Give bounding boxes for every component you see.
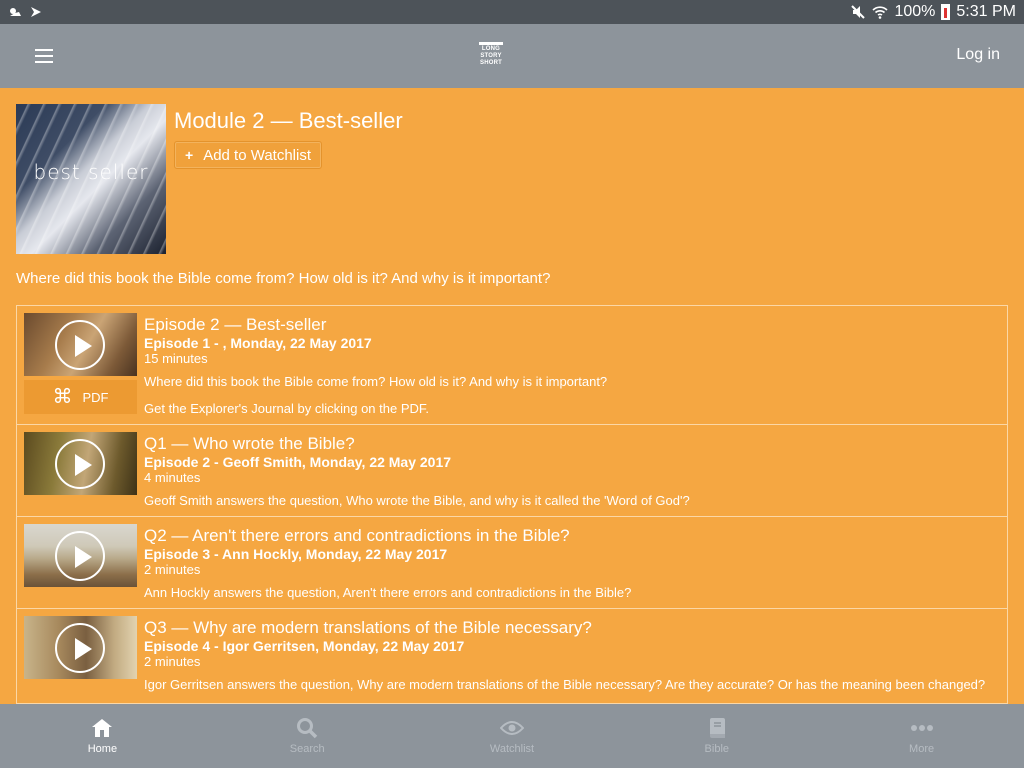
episode-description: Ann Hockly answers the question, Aren't … xyxy=(144,585,632,600)
episode-thumbnail[interactable] xyxy=(24,313,137,376)
book-icon xyxy=(707,717,727,739)
notification-icon xyxy=(31,7,41,17)
add-to-watchlist-button[interactable]: + Add to Watchlist xyxy=(174,141,323,169)
status-bar: 100% 5:31 PM xyxy=(0,0,1024,24)
episode-duration: 15 minutes xyxy=(144,351,208,366)
episode-meta: Episode 4 - Igor Gerritsen, Monday, 22 M… xyxy=(144,638,465,654)
episode-item[interactable]: ⌘ PDF Episode 2 — Best-seller Episode 1 … xyxy=(17,306,1007,425)
module-title: Module 2 — Best-seller xyxy=(174,108,403,133)
weather-icon xyxy=(10,8,21,16)
episode-duration: 4 minutes xyxy=(144,470,201,485)
more-icon xyxy=(910,717,933,739)
app-bar: LONG STORY SHORT Log in xyxy=(0,24,1024,88)
pdf-label: PDF xyxy=(82,389,109,405)
logo-line-1: LONG xyxy=(481,46,501,52)
episode-duration: 2 minutes xyxy=(144,654,201,669)
eye-icon xyxy=(499,717,524,739)
nav-label: Search xyxy=(289,743,325,755)
play-icon[interactable] xyxy=(55,623,105,673)
module-description: Where did this book the Bible come from?… xyxy=(16,270,551,287)
pdf-icon: ⌘ xyxy=(52,386,73,408)
wifi-icon xyxy=(872,6,889,19)
mute-icon xyxy=(851,5,866,19)
nav-watchlist[interactable]: Watchlist xyxy=(410,704,615,768)
module-thumbnail: best seller xyxy=(16,104,166,254)
episode-meta: Episode 1 - , Monday, 22 May 2017 xyxy=(144,335,372,351)
menu-icon[interactable] xyxy=(28,44,60,68)
home-icon xyxy=(91,717,113,739)
nav-home[interactable]: Home xyxy=(0,704,205,768)
episode-item[interactable]: Q2 — Aren't there errors and contradicti… xyxy=(17,517,1007,609)
episode-title[interactable]: Q3 — Why are modern translations of the … xyxy=(144,618,999,638)
nav-label: Home xyxy=(87,743,118,755)
nav-label: More xyxy=(909,743,935,755)
nav-more[interactable]: More xyxy=(819,704,1024,768)
nav-label: Watchlist xyxy=(489,743,535,755)
nav-label: Bible xyxy=(704,743,730,755)
play-icon[interactable] xyxy=(55,439,105,489)
battery-percent: 100% xyxy=(894,3,936,20)
episode-title[interactable]: Q1 — Who wrote the Bible? xyxy=(144,434,999,454)
episode-thumbnail[interactable] xyxy=(24,616,137,679)
pdf-button[interactable]: ⌘ PDF xyxy=(24,380,137,414)
episode-meta: Episode 2 - Geoff Smith, Monday, 22 May … xyxy=(144,454,452,470)
bottom-nav: Home Search Watchlist Bible More xyxy=(0,704,1024,768)
episode-list: ⌘ PDF Episode 2 — Best-seller Episode 1 … xyxy=(16,305,1008,704)
battery-icon xyxy=(941,4,951,20)
logo-line-3: SHORT xyxy=(480,60,502,66)
episode-thumbnail[interactable] xyxy=(24,524,137,587)
episode-meta: Episode 3 - Ann Hockly, Monday, 22 May 2… xyxy=(144,546,448,562)
login-link[interactable]: Log in xyxy=(956,46,1000,64)
thumbnail-title: best seller xyxy=(33,160,149,184)
episode-description: Igor Gerritsen answers the question, Why… xyxy=(144,677,986,692)
play-icon[interactable] xyxy=(55,320,105,370)
app-logo[interactable]: LONG STORY SHORT xyxy=(476,42,506,67)
episode-description: Geoff Smith answers the question, Who wr… xyxy=(144,493,690,508)
logo-line-2: STORY xyxy=(480,53,502,59)
episode-note: Get the Explorer's Journal by clicking o… xyxy=(144,401,430,416)
episode-thumbnail[interactable] xyxy=(24,432,137,495)
episode-description: Where did this book the Bible come from?… xyxy=(144,374,608,389)
nav-bible[interactable]: Bible xyxy=(614,704,819,768)
episode-item[interactable]: Q1 — Who wrote the Bible? Episode 2 - Ge… xyxy=(17,425,1007,517)
plus-icon: + xyxy=(185,147,194,163)
episode-item[interactable]: Q3 — Why are modern translations of the … xyxy=(17,609,1007,703)
watchlist-label: Add to Watchlist xyxy=(203,146,312,164)
episode-duration: 2 minutes xyxy=(144,562,201,577)
nav-search[interactable]: Search xyxy=(205,704,410,768)
episode-title[interactable]: Episode 2 — Best-seller xyxy=(144,315,999,335)
play-icon[interactable] xyxy=(55,531,105,581)
episode-title[interactable]: Q2 — Aren't there errors and contradicti… xyxy=(144,526,999,546)
search-icon xyxy=(296,717,318,739)
clock: 5:31 PM xyxy=(956,3,1016,20)
